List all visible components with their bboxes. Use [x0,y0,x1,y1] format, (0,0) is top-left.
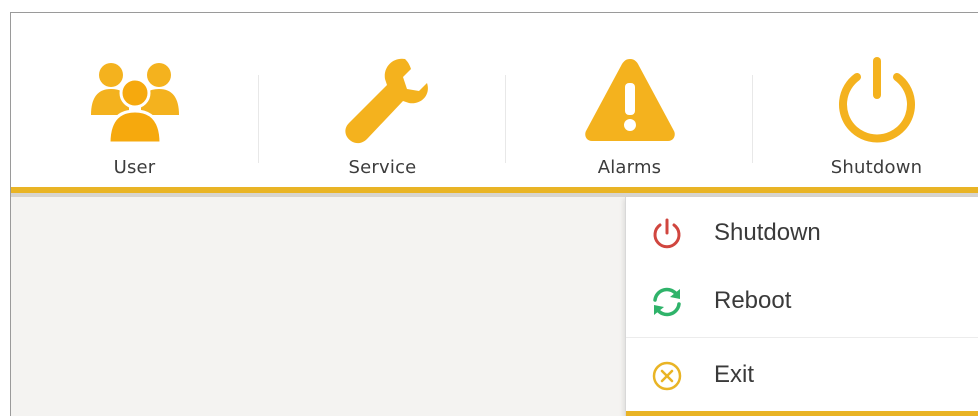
toolbar-service-label: Service [348,157,417,178]
toolbar-service-button[interactable]: Service [259,13,506,187]
refresh-icon [653,287,681,317]
close-circle-icon [652,361,682,391]
power-icon [838,57,915,143]
menu-item-reboot-label: Reboot [714,287,792,314]
toolbar-user-button[interactable]: User [11,13,258,187]
toolbar-user-label: User [113,157,156,178]
toolbar-shutdown-label: Shutdown [830,157,923,178]
menu-item-exit-label: Exit [714,361,755,388]
power-icon [653,218,681,249]
toolbar-shutdown-button[interactable]: Shutdown [753,13,978,187]
wrench-icon [344,58,428,144]
toolbar-alarms-button[interactable]: Alarms [506,13,753,187]
shutdown-menu: Shutdown Reboot Exit [625,197,978,416]
app-window: User Service Alarms Shutdown Shutdown Re… [10,12,978,416]
warning-icon [584,59,675,141]
menu-item-reboot[interactable]: Reboot [626,267,978,335]
menu-item-exit[interactable]: Exit [626,341,978,409]
users-icon [90,63,179,145]
menu-item-shutdown-label: Shutdown [714,219,821,246]
toolbar-alarms-label: Alarms [597,157,662,178]
menu-divider [626,337,978,338]
menu-item-shutdown[interactable]: Shutdown [626,199,978,267]
toolbar: User Service Alarms Shutdown [11,13,978,187]
menu-accent-line [626,411,978,416]
